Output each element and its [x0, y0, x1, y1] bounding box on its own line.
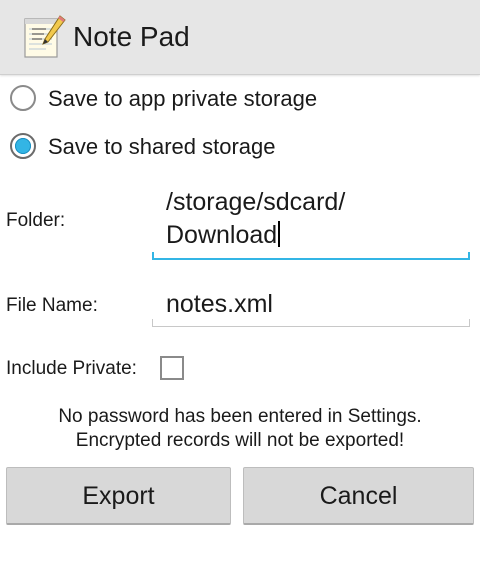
include-private-checkbox[interactable] — [160, 356, 184, 380]
app-title: Note Pad — [73, 21, 190, 52]
folder-value-line1: /storage/sdcard/ — [166, 188, 346, 216]
warning-line2: Encrypted records will not be exported! — [75, 430, 405, 451]
title-bar: Note Pad — [0, 0, 480, 75]
notepad-icon — [24, 15, 66, 58]
folder-label: Folder: — [6, 210, 66, 231]
radio-button[interactable] — [10, 85, 36, 111]
radio-button[interactable] — [10, 133, 36, 159]
include-private-label: Include Private: — [6, 358, 137, 379]
warning-line1: No password has been entered in Settings… — [58, 406, 422, 427]
export-button[interactable]: Export — [6, 467, 231, 525]
file-name-label: File Name: — [6, 295, 98, 316]
file-name-input-underline — [152, 319, 470, 327]
radio-label: Save to app private storage — [48, 86, 318, 111]
folder-input-underline — [152, 252, 470, 260]
folder-value-line2: Download — [166, 221, 278, 249]
radio-private-storage[interactable]: Save to app private storage — [0, 77, 480, 121]
text-cursor — [278, 221, 281, 247]
cancel-button[interactable]: Cancel — [243, 467, 474, 525]
file-name-input[interactable]: notes.xml — [166, 288, 273, 321]
warning-message: No password has been entered in Settings… — [0, 405, 480, 453]
folder-input[interactable]: /storage/sdcard/ Download — [166, 186, 466, 252]
radio-label: Save to shared storage — [48, 134, 276, 159]
radio-shared-storage[interactable]: Save to shared storage — [0, 125, 480, 169]
